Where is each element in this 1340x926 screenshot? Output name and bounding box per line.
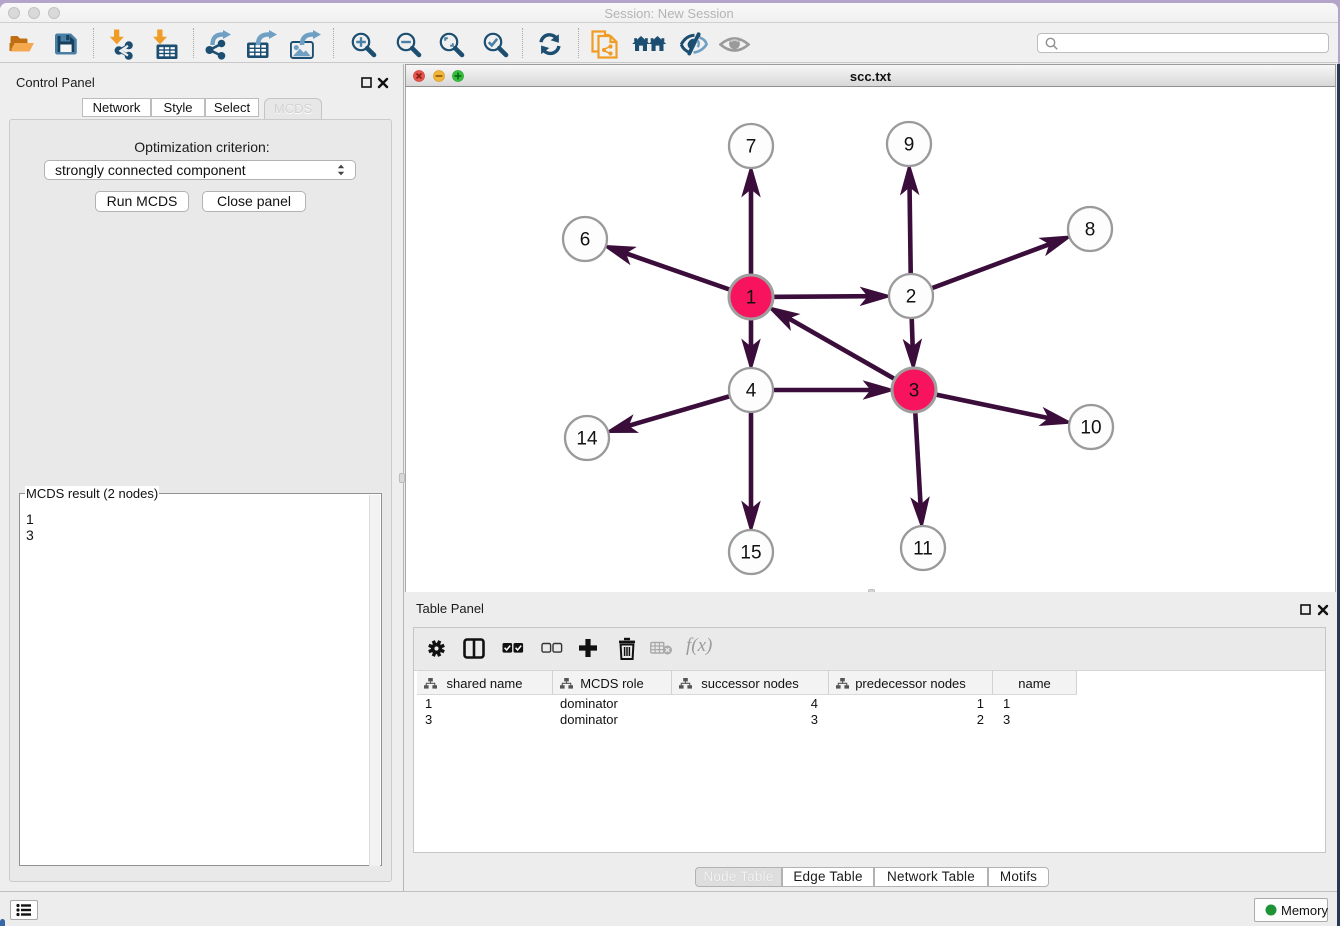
svg-text:11: 11 [913, 539, 933, 560]
svg-text:1: 1 [746, 288, 757, 309]
svg-text:2: 2 [906, 287, 917, 308]
svg-text:8: 8 [1085, 220, 1096, 241]
svg-text:15: 15 [740, 543, 761, 564]
svg-text:6: 6 [580, 230, 591, 251]
svg-text:3: 3 [909, 381, 920, 402]
svg-text:9: 9 [904, 135, 915, 156]
svg-text:10: 10 [1080, 418, 1101, 439]
svg-text:14: 14 [576, 429, 598, 450]
svg-text:4: 4 [746, 381, 757, 402]
svg-text:7: 7 [746, 137, 757, 158]
